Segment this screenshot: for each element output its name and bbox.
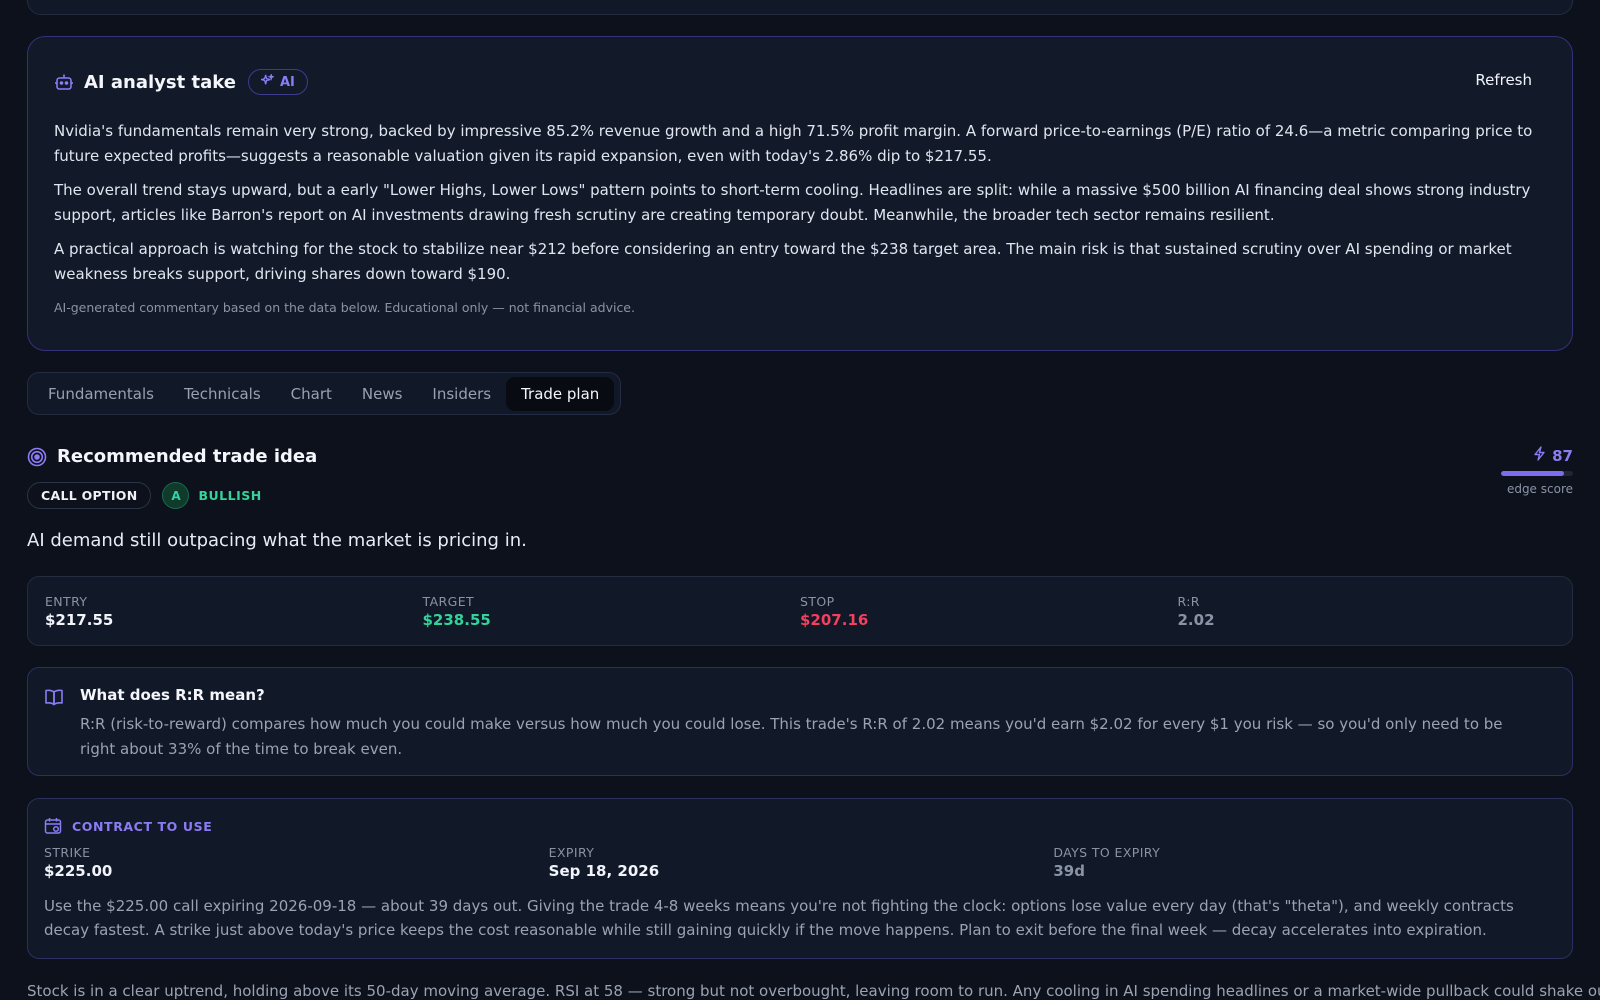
ai-badge: AI: [247, 69, 308, 95]
trade-idea-tags: CALL OPTION A BULLISH: [27, 482, 262, 509]
tab-news[interactable]: News: [347, 377, 418, 411]
level-target: TARGET $238.55: [423, 577, 801, 645]
days-to-expiry-value: 39d: [1053, 862, 1085, 880]
level-label: TARGET: [422, 594, 475, 609]
level-stop: STOP $207.16: [800, 577, 1178, 645]
trade-thesis: AI demand still outpacing what the marke…: [27, 530, 527, 551]
sentiment-label: BULLISH: [198, 488, 262, 503]
level-risk-reward: R:R 2.02: [1178, 577, 1556, 645]
bolt-icon: [1533, 446, 1546, 465]
contract-expiry: EXPIRY Sep 18, 2026: [549, 845, 1054, 880]
rr-explainer-title: What does R:R mean?: [80, 686, 265, 704]
refresh-button[interactable]: Refresh: [1475, 71, 1532, 89]
option-type-pill: CALL OPTION: [27, 482, 152, 509]
rr-explainer-body: R:R (risk-to-reward) compares how much y…: [80, 715, 1503, 758]
edge-score: 87: [1533, 446, 1573, 465]
contract-strike: STRIKE $225.00: [44, 845, 549, 880]
days-to-expiry-label: DAYS TO EXPIRY: [1053, 845, 1161, 860]
level-value: $238.55: [422, 611, 491, 629]
contract-days-to-expiry: DAYS TO EXPIRY 39d: [1053, 845, 1558, 880]
sparkle-icon: [259, 72, 276, 91]
level-value: $207.16: [800, 611, 869, 629]
ai-paragraph: The overall trend stays upward, but a ea…: [54, 181, 1531, 224]
tab-insiders[interactable]: Insiders: [417, 377, 506, 411]
contract-header: CONTRACT TO USE: [44, 817, 212, 835]
edge-score-widget: 87 edge score: [1483, 446, 1573, 496]
edge-score-label: edge score: [1506, 482, 1573, 496]
expiry-label: EXPIRY: [548, 845, 595, 860]
contract-explanation: Use the $225.00 call expiring 2026-09-18…: [44, 897, 1514, 939]
strike-value: $225.00: [44, 862, 113, 880]
expiry-value: Sep 18, 2026: [548, 862, 660, 880]
calendar-icon: [44, 817, 62, 835]
trade-idea-header: Recommended trade idea: [27, 446, 317, 467]
ai-card-title: AI analyst take: [84, 71, 236, 93]
trade-levels: ENTRY $217.55 TARGET $238.55 STOP $207.1…: [27, 576, 1573, 646]
rr-explainer-card: What does R:R mean? R:R (risk-to-reward)…: [27, 667, 1573, 776]
grade-badge: A: [162, 482, 190, 509]
tab-trade-plan[interactable]: Trade plan: [506, 376, 615, 411]
level-label: STOP: [800, 594, 835, 609]
level-entry: ENTRY $217.55: [45, 577, 423, 645]
tab-fundamentals[interactable]: Fundamentals: [33, 377, 169, 411]
contract-card: CONTRACT TO USE STRIKE $225.00 EXPIRY Se…: [27, 798, 1573, 959]
tab-chart[interactable]: Chart: [276, 377, 347, 411]
previous-card: [27, 0, 1573, 15]
contract-fields: STRIKE $225.00 EXPIRY Sep 18, 2026 DAYS …: [44, 845, 1558, 880]
ai-commentary: Nvidia's fundamentals remain very strong…: [54, 119, 1534, 296]
level-value: $217.55: [45, 611, 114, 629]
edge-score-fill: [1501, 471, 1564, 476]
target-icon: [27, 447, 47, 467]
level-label: ENTRY: [45, 594, 88, 609]
ai-paragraph: A practical approach is watching for the…: [54, 240, 1512, 283]
tab-technicals[interactable]: Technicals: [169, 377, 276, 411]
book-icon: [44, 687, 64, 707]
ai-paragraph: Nvidia's fundamentals remain very strong…: [54, 122, 1533, 165]
contract-label: CONTRACT TO USE: [72, 818, 213, 834]
level-value: 2.02: [1177, 611, 1215, 629]
ai-badge-label: AI: [279, 74, 295, 90]
ai-analyst-card: AI analyst take AI Refresh Nvidia's fund…: [27, 36, 1573, 351]
ai-card-header: AI analyst take AI: [54, 69, 308, 95]
trade-rationale-text: Stock is in a clear uptrend, holding abo…: [27, 982, 1600, 1000]
robot-icon: [54, 72, 74, 92]
edge-score-value: 87: [1552, 446, 1573, 465]
edge-score-bar: [1501, 471, 1573, 476]
level-label: R:R: [1177, 594, 1200, 609]
strike-label: STRIKE: [44, 845, 91, 860]
ai-disclaimer: AI-generated commentary based on the dat…: [54, 300, 635, 315]
tab-bar: Fundamentals Technicals Chart News Insid…: [27, 372, 621, 415]
trade-idea-title: Recommended trade idea: [57, 446, 318, 467]
